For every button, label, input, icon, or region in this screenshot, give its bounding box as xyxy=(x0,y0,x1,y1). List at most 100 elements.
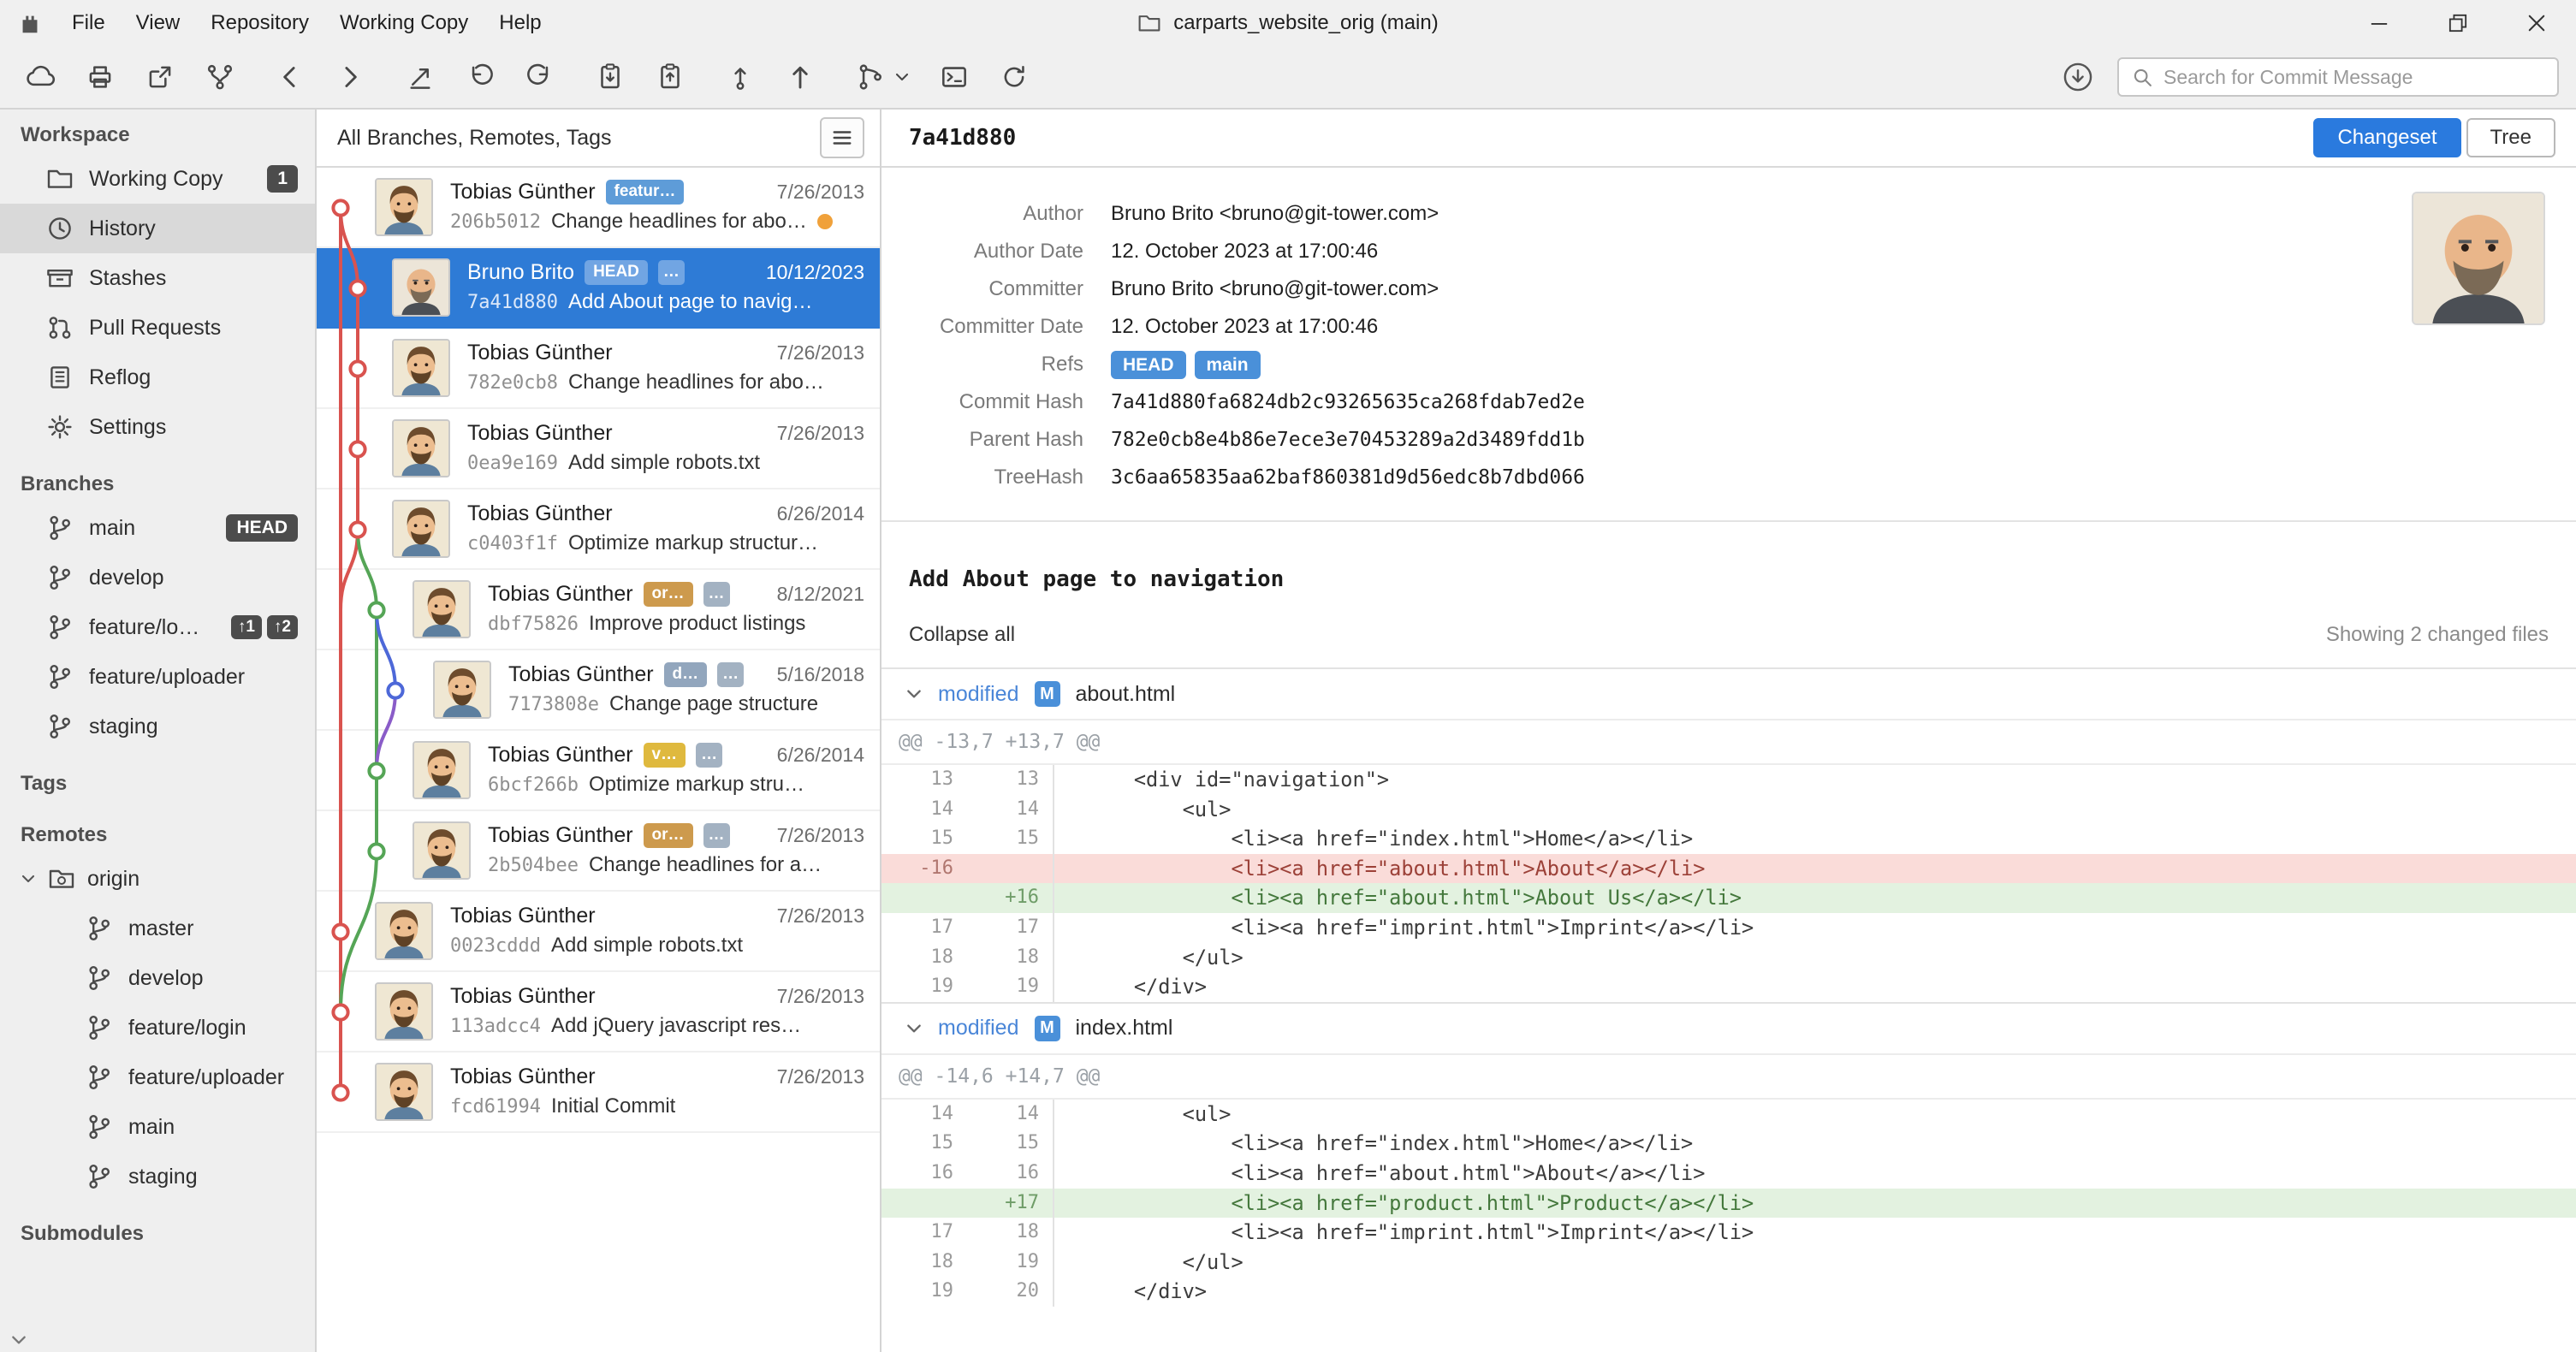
menu-working-copy[interactable]: Working Copy xyxy=(324,3,484,44)
workflow-button[interactable] xyxy=(190,53,250,101)
maximize-button[interactable] xyxy=(2419,0,2497,46)
refresh-icon xyxy=(998,61,1030,93)
sidebar-item-pull-requests[interactable]: Pull Requests xyxy=(0,303,315,353)
sidebar-remote-branch-feature-uploader[interactable]: feature/uploader xyxy=(0,1053,315,1102)
close-button[interactable] xyxy=(2497,0,2576,46)
compare-dropdown-button[interactable] xyxy=(890,53,914,101)
code-text: </div> xyxy=(1053,1277,2576,1307)
sidebar-collapse-chevron-icon[interactable] xyxy=(10,1331,27,1349)
workflow-icon xyxy=(204,61,236,93)
undo-button[interactable] xyxy=(450,53,510,101)
ref-badge-main[interactable]: main xyxy=(1194,351,1261,379)
stash-apply-button[interactable] xyxy=(640,53,700,101)
sidebar-branch-develop[interactable]: develop xyxy=(0,553,315,602)
commit-row[interactable]: Tobias Günther v… … 6/26/2014 6bcf266b Optim… xyxy=(317,731,880,811)
commit-row[interactable]: Tobias Günther or… … 8/12/2021 dbf75826 Impr… xyxy=(317,570,880,650)
commit-row[interactable]: Tobias Günther featur… 7/26/2013 206b5012 C… xyxy=(317,168,880,248)
file-header[interactable]: modified M index.html xyxy=(881,1004,2576,1055)
diff-line: 17 18 <li><a href="imprint.html">Imprint<… xyxy=(881,1218,2576,1248)
commit-row[interactable]: Tobias Günther 7/26/2013 782e0cb8 Change h… xyxy=(317,329,880,409)
commit-button[interactable] xyxy=(710,53,770,101)
diff-toolbar: Collapse all Showing 2 changed files xyxy=(881,623,2576,667)
commit-row[interactable]: Tobias Günther 7/26/2013 0ea9e169 Add simp… xyxy=(317,409,880,489)
app-icon xyxy=(17,10,43,36)
sidebar-remote-branch-feature-login[interactable]: feature/login xyxy=(0,1003,315,1053)
commit-message: Add simple robots.txt xyxy=(567,451,761,474)
sidebar-item-stashes[interactable]: Stashes xyxy=(0,253,315,303)
sidebar-item-history[interactable]: History xyxy=(0,204,315,253)
item-label: feature/lo… xyxy=(89,614,200,639)
refresh-button[interactable] xyxy=(984,53,1044,101)
chevron-down-icon[interactable] xyxy=(905,685,923,703)
diff-line: 18 19 </ul> xyxy=(881,1247,2576,1278)
list-options-button[interactable] xyxy=(820,117,864,158)
file-header[interactable]: modified M about.html xyxy=(881,669,2576,720)
sidebar-remote-branch-main[interactable]: main xyxy=(0,1102,315,1152)
new-line-number: 14 xyxy=(1016,1102,1040,1124)
menu-file[interactable]: File xyxy=(56,3,121,44)
sidebar-remote-origin[interactable]: origin xyxy=(0,854,315,904)
avatar xyxy=(392,500,450,558)
commit-meta: Author Bruno Brito <bruno@git-tower.com> … xyxy=(881,168,2576,522)
remote-badge: or… xyxy=(643,582,693,607)
chevron-down-icon[interactable] xyxy=(21,871,36,887)
old-line-number: 17 xyxy=(930,916,954,938)
terminal-button[interactable] xyxy=(924,53,984,101)
changeset-tab[interactable]: Changeset xyxy=(2313,118,2461,157)
branch-filter-label: All Branches, Remotes, Tags xyxy=(337,125,612,150)
push-button[interactable] xyxy=(770,53,830,101)
print-button[interactable] xyxy=(70,53,130,101)
old-line-number: -16 xyxy=(919,857,953,879)
sidebar-branch-feature-uploader[interactable]: feature/uploader xyxy=(0,652,315,702)
sidebar-remote-branch-staging[interactable]: staging xyxy=(0,1152,315,1201)
sidebar-item-reflog[interactable]: Reflog xyxy=(0,353,315,402)
commit-hash: dbf75826 xyxy=(488,613,579,635)
commit-row[interactable]: Tobias Günther 6/26/2014 c0403f1f Optimize… xyxy=(317,489,880,570)
collapse-all-button[interactable]: Collapse all xyxy=(909,623,1015,647)
committer-value: Bruno Brito <bruno@git-tower.com> xyxy=(1111,277,1439,300)
forward-button[interactable] xyxy=(320,53,380,101)
stash-save-icon xyxy=(594,61,626,93)
stash-button[interactable] xyxy=(580,53,640,101)
tree-tab[interactable]: Tree xyxy=(2466,118,2555,157)
branch-icon xyxy=(46,564,74,591)
avatar xyxy=(375,982,433,1041)
fetch-button[interactable] xyxy=(2056,55,2100,99)
item-label: origin xyxy=(87,866,140,891)
behind-badge: ↑2 xyxy=(266,614,298,640)
sidebar-remote-branch-develop[interactable]: develop xyxy=(0,953,315,1003)
minimize-button[interactable] xyxy=(2340,0,2419,46)
branch-icon xyxy=(86,1014,113,1041)
commit-author: Tobias Günther xyxy=(450,904,596,928)
commit-row[interactable]: Tobias Günther 7/26/2013 113adcc4 Add jQue… xyxy=(317,972,880,1053)
menu-view[interactable]: View xyxy=(121,3,196,44)
sidebar-item-working-copy[interactable]: Working Copy 1 xyxy=(0,154,315,204)
clone-button[interactable] xyxy=(10,53,70,101)
sidebar-item-settings[interactable]: Settings xyxy=(0,402,315,452)
menu-help[interactable]: Help xyxy=(484,3,556,44)
sidebar-branch-staging[interactable]: staging xyxy=(0,702,315,751)
redo-button[interactable] xyxy=(510,53,570,101)
item-label: staging xyxy=(128,1164,198,1189)
checkout-button[interactable] xyxy=(390,53,450,101)
commit-date: 7/26/2013 xyxy=(776,341,864,364)
commit-date: 8/12/2021 xyxy=(776,583,864,605)
commit-author: Tobias Günther xyxy=(467,421,613,445)
open-repository-button[interactable] xyxy=(130,53,190,101)
sidebar-branch-feature-login[interactable]: feature/lo… ↑1 ↑2 xyxy=(0,602,315,652)
sidebar-branch-main[interactable]: main HEAD xyxy=(0,503,315,553)
commit-row-selected[interactable]: Bruno Brito HEAD … 10/12/2023 7a41d880 Add A… xyxy=(317,248,880,329)
commit-row[interactable]: Tobias Günther 7/26/2013 fcd61994 Initial … xyxy=(317,1053,880,1133)
back-button[interactable] xyxy=(260,53,320,101)
commit-row[interactable]: Tobias Günther or… … 7/26/2013 2b504bee Chan… xyxy=(317,811,880,892)
chevron-down-icon[interactable] xyxy=(905,1020,923,1037)
old-line-number: 13 xyxy=(930,768,954,790)
commit-date: 6/26/2014 xyxy=(776,502,864,525)
search-input[interactable] xyxy=(2163,65,2545,89)
menu-repository[interactable]: Repository xyxy=(195,3,324,44)
sidebar-remote-branch-master[interactable]: master xyxy=(0,904,315,953)
ref-badge-head[interactable]: HEAD xyxy=(1111,351,1186,379)
commit-row[interactable]: Tobias Günther d… … 5/16/2018 7173808e Chang… xyxy=(317,650,880,731)
parent-hash-label: Parent Hash xyxy=(969,428,1083,451)
commit-row[interactable]: Tobias Günther 7/26/2013 0023cddd Add simp… xyxy=(317,892,880,972)
